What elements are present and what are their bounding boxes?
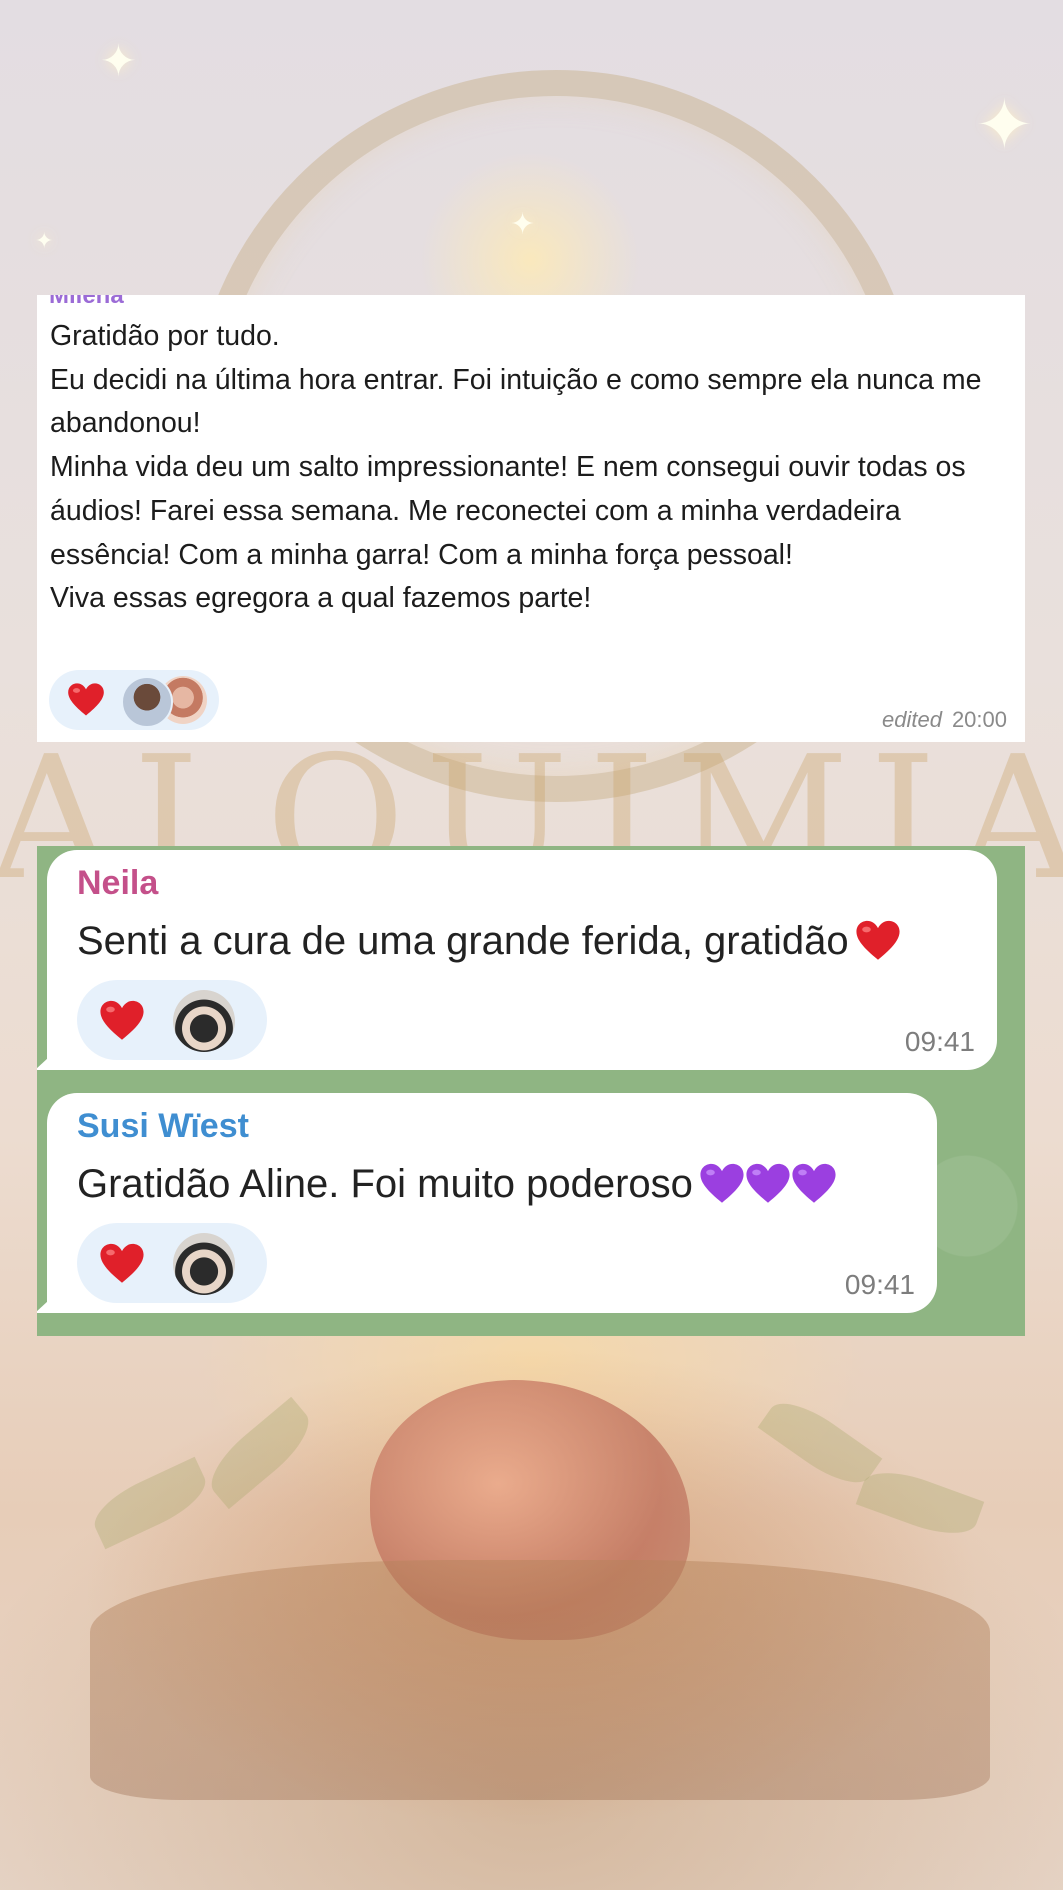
reactions-pill[interactable] [77, 980, 267, 1060]
message-text-row: Gratidão Aline. Foi muito poderoso [77, 1161, 837, 1207]
sparkle-icon: ✦ [510, 208, 536, 241]
sender-name: Neila [77, 864, 159, 902]
edited-label: edited [881, 707, 942, 732]
sparkle-icon: ✦ [100, 37, 137, 86]
message-text: Gratidão Aline. Foi muito poderoso [77, 1161, 693, 1206]
message-bubble[interactable]: Susi Wïest Gratidão Aline. Foi muito pod… [37, 1093, 937, 1313]
purple-heart-icon [699, 1161, 745, 1207]
bubble-tail [37, 1289, 61, 1313]
leaf-decoration [85, 1456, 215, 1550]
message-time: 09:41 [904, 1026, 975, 1057]
red-heart-icon [99, 1241, 145, 1287]
open-book-decoration [90, 1560, 990, 1800]
purple-heart-icon [745, 1161, 791, 1207]
sparkle-icon: ✦ [35, 228, 54, 253]
message-text-row: Senti a cura de uma grande ferida, grati… [77, 918, 901, 964]
reactions-pill[interactable] [49, 670, 219, 730]
chat-screenshot-milena: Milena Gratidão por tudo. Eu decidi na ú… [37, 295, 1025, 742]
chat-screenshot-group: Neila Senti a cura de uma grande ferida,… [37, 846, 1025, 1336]
message-text: Senti a cura de uma grande ferida, grati… [77, 918, 849, 963]
avatar [121, 676, 173, 728]
message-bubble[interactable]: Neila Senti a cura de uma grande ferida,… [37, 850, 997, 1070]
message-time: 20:00 [951, 707, 1007, 732]
purple-heart-icon [791, 1161, 837, 1207]
bubble-tail [37, 1046, 61, 1070]
reactions-pill[interactable] [77, 1223, 267, 1303]
sender-name: Susi Wïest [77, 1107, 249, 1145]
red-heart-icon [67, 681, 105, 719]
sender-name: Milena [49, 295, 124, 309]
leaf-decoration [855, 1460, 985, 1546]
red-heart-icon [99, 998, 145, 1044]
message-time: 09:41 [844, 1269, 915, 1300]
red-heart-icon [855, 918, 901, 964]
message-text: Gratidão por tudo. Eu decidi na última h… [50, 320, 982, 615]
message-meta: edited 20:00 [882, 707, 1007, 733]
avatar [173, 990, 235, 1052]
avatar [173, 1233, 235, 1295]
sparkle-icon: ✦ [975, 86, 1034, 164]
leaf-decoration [199, 1396, 321, 1510]
